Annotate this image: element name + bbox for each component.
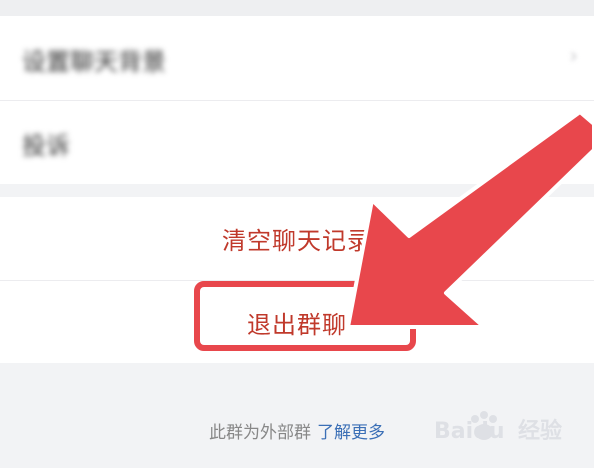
watermark-suffix: 经验	[518, 418, 562, 444]
external-group-note: 此群为外部群	[209, 423, 311, 443]
pointer-arrow-shape	[346, 110, 594, 329]
group-chat-settings-screen: 设置聊天背景 › 投诉 › 清空聊天记录 退出群聊 此群为外部群了解更多 Bai…	[0, 0, 594, 468]
baidu-jingyan-watermark: Baidu 经验	[434, 411, 562, 444]
watermark-brand: Baidu	[434, 419, 505, 444]
pointer-arrow-icon	[346, 110, 594, 329]
learn-more-link[interactable]: 了解更多	[317, 423, 385, 443]
